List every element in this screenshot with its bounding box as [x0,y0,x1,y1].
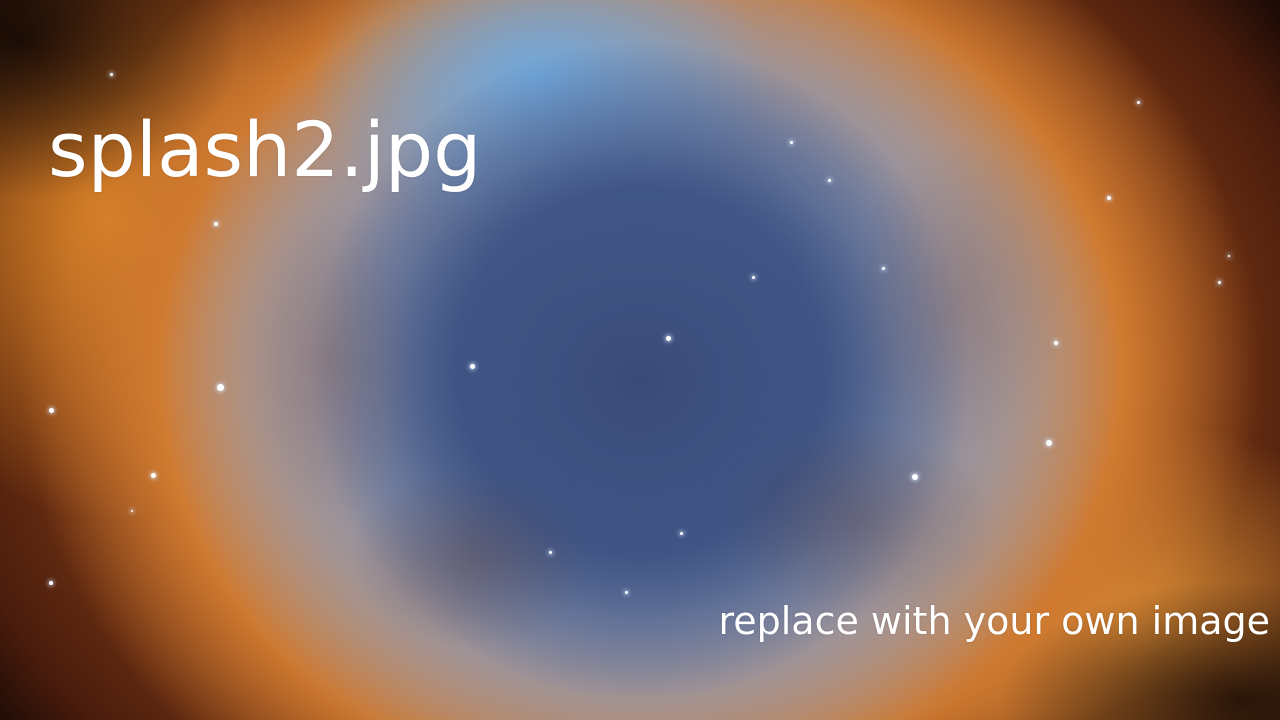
star [828,179,831,182]
star [110,73,113,76]
star [1228,255,1230,257]
star [625,591,628,594]
star [1107,196,1111,200]
star [666,336,671,341]
star [49,581,53,585]
splash-subtitle: replace with your own image [718,599,1270,643]
star [1137,101,1140,104]
star [549,551,552,554]
star [214,222,218,226]
star [151,473,156,478]
star [1046,440,1052,446]
star [1218,281,1221,284]
star [131,510,133,512]
star [882,267,885,270]
star [217,384,224,391]
splash-title: splash2.jpg [48,105,482,194]
star [752,276,755,279]
splash-screen: splash2.jpg replace with your own image [0,0,1280,720]
star [49,408,54,413]
star [1054,341,1058,345]
star [470,364,475,369]
star [790,141,793,144]
star [680,532,683,535]
star [912,474,918,480]
